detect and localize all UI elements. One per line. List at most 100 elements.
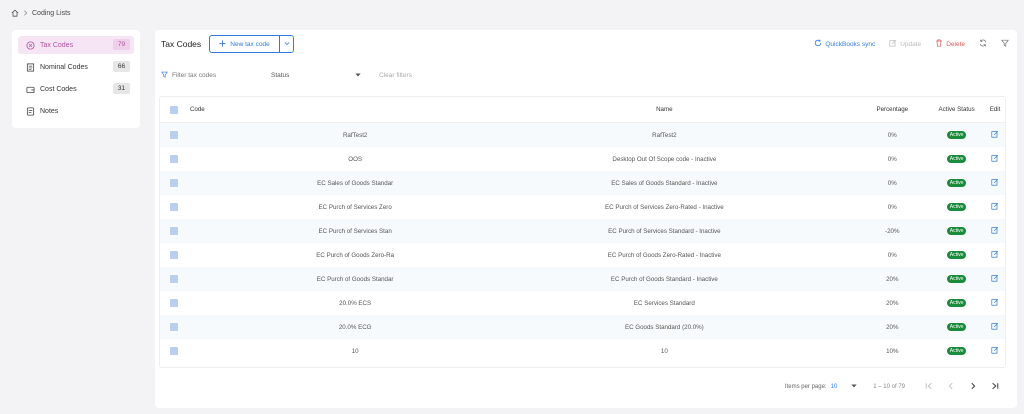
- table-row[interactable]: 20.0% ECS EC Services Standard 20% Active: [160, 291, 1005, 315]
- edit-icon[interactable]: [991, 322, 999, 332]
- filter-button[interactable]: [1001, 39, 1009, 49]
- row-checkbox[interactable]: [170, 347, 178, 355]
- table-row[interactable]: 10 10 10% Active: [160, 339, 1005, 363]
- edit-icon[interactable]: [991, 154, 999, 164]
- cell-percentage: 20%: [886, 275, 899, 283]
- cell-name: EC Purch of Goods Zero-Rated - Inactive: [607, 251, 721, 259]
- row-checkbox[interactable]: [170, 299, 178, 307]
- table-row[interactable]: 20.0% ECG EC Goods Standard (20.0%) 20% Act…: [160, 315, 1005, 339]
- table-row[interactable]: OOS Desktop Out Of Scope code - Inactive 0…: [160, 147, 1005, 171]
- trash-icon: [935, 39, 943, 49]
- delete-label: Delete: [946, 40, 965, 48]
- row-checkbox[interactable]: [170, 251, 178, 259]
- new-tax-code-main[interactable]: New tax code: [210, 36, 280, 52]
- status-badge: Active: [946, 155, 967, 163]
- new-tax-code-dropdown[interactable]: [280, 36, 293, 52]
- main-panel: Tax Codes New tax code QuickBooks sync U…: [155, 30, 1017, 408]
- sidebar-item-tax-codes[interactable]: Tax Codes 79: [18, 36, 134, 54]
- row-select-cell: [160, 179, 188, 187]
- chevron-down-icon: [283, 41, 290, 48]
- edit-icon[interactable]: [991, 226, 999, 236]
- edit-icon[interactable]: [991, 130, 999, 140]
- filter-icon: [161, 71, 168, 80]
- row-checkbox[interactable]: [170, 275, 178, 283]
- table-header: Code Name Percentage Active Status Edit: [160, 97, 1005, 123]
- sidebar-item-label: Tax Codes: [40, 41, 74, 49]
- cell-percentage: 0%: [887, 131, 897, 139]
- cell-code: EC Purch of Goods Zero-Ra: [316, 251, 395, 259]
- cell-status: Active: [928, 347, 985, 355]
- header-code[interactable]: Code: [188, 106, 472, 113]
- cell-percentage: -20%: [885, 227, 900, 235]
- edit-icon[interactable]: [991, 298, 999, 308]
- cell-status: Active: [928, 299, 985, 307]
- table-row[interactable]: EC Sales of Goods Standar EC Sales of Goo…: [160, 171, 1005, 195]
- cell-status: Active: [928, 155, 985, 163]
- document-icon: [26, 62, 35, 72]
- sidebar-item-label: Cost Codes: [40, 85, 77, 93]
- cell-percentage: 0%: [887, 203, 897, 211]
- cell-edit: [985, 130, 1005, 140]
- cell-code: EC Purch of Services Stan: [318, 227, 392, 235]
- cell-status: Active: [928, 275, 985, 283]
- cell-name: 10: [660, 347, 668, 355]
- sidebar-item-cost-codes[interactable]: Cost Codes 31: [18, 80, 134, 98]
- status-select[interactable]: Status: [271, 72, 361, 79]
- table-row[interactable]: EC Purch of Goods Zero-Ra EC Purch of Goo…: [160, 243, 1005, 267]
- header-active-status[interactable]: Active Status: [928, 106, 985, 113]
- select-all-checkbox[interactable]: [170, 105, 178, 114]
- row-checkbox[interactable]: [170, 203, 178, 211]
- status-badge: Active: [946, 251, 967, 259]
- prev-page-icon[interactable]: [947, 382, 955, 392]
- clear-filters-button[interactable]: Clear filters: [379, 72, 412, 79]
- edit-icon[interactable]: [991, 346, 999, 356]
- row-checkbox[interactable]: [170, 155, 178, 163]
- refresh-button[interactable]: [979, 39, 987, 49]
- chevron-right-icon: [23, 10, 28, 16]
- cell-status: Active: [928, 227, 985, 235]
- row-select-cell: [160, 227, 188, 235]
- row-select-cell: [160, 131, 188, 139]
- status-badge: Active: [946, 347, 967, 355]
- new-tax-code-button[interactable]: New tax code: [209, 35, 294, 53]
- edit-icon[interactable]: [991, 250, 999, 260]
- table-row[interactable]: EC Purch of Services Stan EC Purch of Ser…: [160, 219, 1005, 243]
- edit-icon: [889, 39, 897, 49]
- page-range: 1 – 10 of 79: [873, 384, 905, 390]
- cell-status: Active: [928, 203, 985, 211]
- update-label: Update: [900, 40, 922, 48]
- items-per-page-label: Items per page:: [784, 384, 827, 390]
- table-row[interactable]: EC Purch of Services Zero EC Purch of Ser…: [160, 195, 1005, 219]
- table-row[interactable]: RafTest2 RafTest2 0% Active: [160, 123, 1005, 147]
- row-checkbox[interactable]: [170, 227, 178, 235]
- edit-icon[interactable]: [991, 202, 999, 212]
- row-checkbox[interactable]: [170, 131, 178, 139]
- header-percentage[interactable]: Percentage: [856, 106, 928, 113]
- sidebar-item-notes[interactable]: Notes: [18, 102, 134, 120]
- header-name[interactable]: Name: [472, 106, 856, 113]
- caret-down-icon[interactable]: [851, 384, 857, 390]
- row-checkbox[interactable]: [170, 323, 178, 331]
- last-page-icon[interactable]: [991, 382, 999, 392]
- filter-tax-codes-input[interactable]: Filter tax codes: [161, 71, 271, 80]
- next-page-icon[interactable]: [969, 382, 977, 392]
- quickbooks-sync-button[interactable]: QuickBooks sync: [814, 39, 875, 49]
- edit-icon[interactable]: [991, 178, 999, 188]
- delete-button[interactable]: Delete: [935, 39, 965, 49]
- row-checkbox[interactable]: [170, 179, 178, 187]
- cell-edit: [985, 274, 1005, 284]
- sidebar-item-nominal-codes[interactable]: Nominal Codes 66: [18, 58, 134, 76]
- count-badge: 79: [113, 39, 130, 50]
- cell-name: EC Purch of Goods Standard - Inactive: [610, 275, 718, 283]
- status-badge: Active: [946, 323, 967, 331]
- home-icon[interactable]: [11, 9, 19, 17]
- quickbooks-sync-label: QuickBooks sync: [825, 40, 876, 48]
- edit-icon[interactable]: [991, 274, 999, 284]
- first-page-icon[interactable]: [925, 382, 933, 392]
- items-per-page-select[interactable]: 10: [831, 384, 838, 390]
- status-label: Status: [271, 72, 290, 79]
- cell-name: EC Services Standard: [633, 299, 695, 307]
- status-badge: Active: [946, 275, 967, 283]
- update-button[interactable]: Update: [889, 39, 921, 49]
- table-row[interactable]: EC Purch of Goods Standar EC Purch of Goo…: [160, 267, 1005, 291]
